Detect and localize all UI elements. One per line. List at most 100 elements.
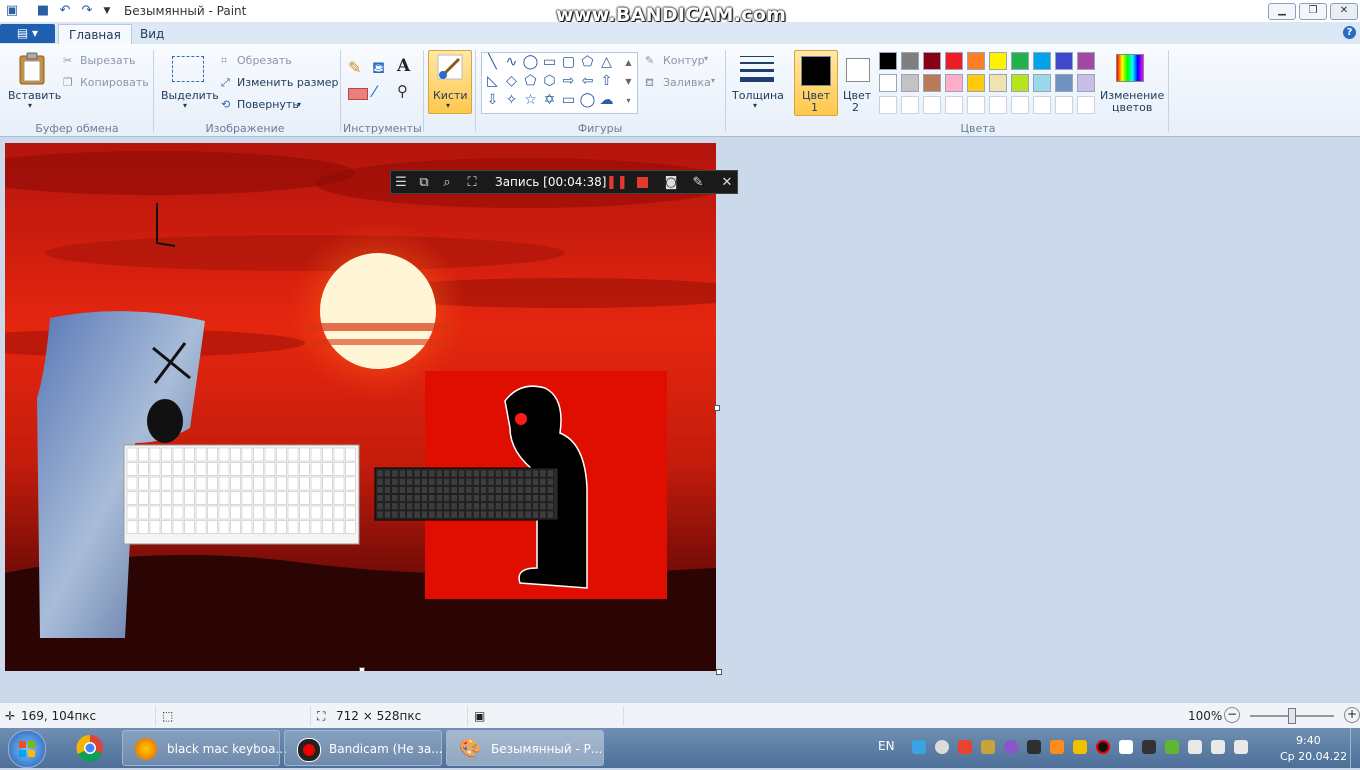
palette-swatch[interactable]: [1011, 96, 1029, 114]
hexagon-shape-icon[interactable]: ⬡: [541, 73, 558, 90]
select-area-icon[interactable]: ⌕: [439, 175, 455, 191]
clock-time[interactable]: 9:40: [1296, 734, 1321, 747]
tray-icon-10[interactable]: [1119, 740, 1133, 754]
taskbar-firefox[interactable]: black mac keyboa...: [122, 730, 287, 766]
palette-swatch[interactable]: [923, 96, 941, 114]
tab-home[interactable]: Главная: [58, 24, 132, 45]
save-icon[interactable]: ■: [35, 3, 51, 19]
resize-handle-side[interactable]: [714, 405, 720, 411]
shapes-gallery[interactable]: ╲ ∿ ◯ ▭ ▢ ⬠ △ ◺ ◇ ⬠ ⬡ ⇨ ⇦ ⇧ ⇩ ✧ ☆ ✡ ▭ ◯ …: [481, 52, 638, 114]
magnifier-icon[interactable]: ⚲: [397, 82, 408, 100]
palette-swatch[interactable]: [1077, 96, 1095, 114]
volume-icon[interactable]: [1211, 740, 1225, 754]
palette-swatch[interactable]: [1055, 52, 1073, 70]
zoom-out-button[interactable]: −: [1224, 707, 1240, 723]
triangle-shape-icon[interactable]: △: [598, 54, 615, 71]
select-dropdown-icon[interactable]: ▾: [183, 101, 187, 110]
shapes-more-icon[interactable]: ▾: [620, 92, 637, 109]
size-button[interactable]: Толщина: [732, 89, 784, 102]
rect-callout-shape-icon[interactable]: ▭: [560, 92, 577, 109]
tray-icon-7[interactable]: [1050, 740, 1064, 754]
palette-swatch[interactable]: [1055, 74, 1073, 92]
palette-swatch[interactable]: [1077, 52, 1095, 70]
tray-icon-4[interactable]: [981, 740, 995, 754]
palette-swatch[interactable]: [945, 74, 963, 92]
close-bar-icon[interactable]: ✕: [719, 175, 735, 191]
tray-icon-11[interactable]: [1142, 740, 1156, 754]
zoom-in-button[interactable]: +: [1344, 707, 1360, 723]
copy-button[interactable]: Копировать: [80, 76, 149, 89]
palette-swatch[interactable]: [923, 74, 941, 92]
fill-shape-button[interactable]: Заливка: [663, 76, 711, 89]
palette-swatch[interactable]: [967, 96, 985, 114]
palette-swatch[interactable]: [1011, 74, 1029, 92]
power-icon[interactable]: [1234, 740, 1248, 754]
taskbar-paint[interactable]: 🎨 Безымянный - Р...: [446, 730, 604, 766]
stop-icon[interactable]: [636, 177, 648, 188]
crop-button[interactable]: Обрезать: [237, 54, 292, 67]
palette-swatch[interactable]: [879, 96, 897, 114]
polygon-shape-icon[interactable]: ⬠: [579, 54, 596, 71]
start-button[interactable]: [8, 730, 46, 768]
rounded-rect-shape-icon[interactable]: ▢: [560, 54, 577, 71]
size-dropdown-icon[interactable]: ▾: [753, 101, 757, 110]
undo-icon[interactable]: ↶: [57, 3, 73, 19]
file-menu-button[interactable]: ▤ ▾: [0, 24, 55, 43]
rectangle-shape-icon[interactable]: ▭: [541, 54, 558, 71]
tray-icon-12[interactable]: [1165, 740, 1179, 754]
palette-swatch[interactable]: [1033, 74, 1051, 92]
text-tool-icon[interactable]: A: [397, 56, 410, 76]
palette-swatch[interactable]: [989, 74, 1007, 92]
resize-handle-bottom[interactable]: [359, 667, 365, 671]
palette-swatch[interactable]: [1055, 96, 1073, 114]
brushes-button[interactable]: Кисти ▾: [428, 50, 472, 114]
palette-swatch[interactable]: [901, 74, 919, 92]
outline-dropdown-icon[interactable]: ▾: [704, 54, 708, 63]
palette-swatch[interactable]: [901, 96, 919, 114]
palette-swatch[interactable]: [923, 52, 941, 70]
taskbar-bandicam[interactable]: Bandicam (Не за...: [284, 730, 443, 766]
six-star-shape-icon[interactable]: ✡: [541, 92, 558, 109]
diamond-shape-icon[interactable]: ◇: [503, 73, 520, 90]
palette-swatch[interactable]: [1077, 74, 1095, 92]
close-button[interactable]: ✕: [1330, 3, 1358, 20]
clock-date[interactable]: Ср 20.04.22: [1280, 750, 1347, 763]
zoom-slider-thumb[interactable]: [1288, 708, 1296, 724]
paste-dropdown-icon[interactable]: ▾: [28, 101, 32, 110]
palette-swatch[interactable]: [945, 52, 963, 70]
tray-icon-8[interactable]: [1073, 740, 1087, 754]
size-icon[interactable]: [740, 54, 774, 84]
tray-icon-3[interactable]: [958, 740, 972, 754]
color2-button[interactable]: Цвет 2: [840, 50, 874, 114]
resize-button[interactable]: Изменить размер: [237, 76, 339, 89]
drawing-canvas[interactable]: [5, 143, 716, 671]
right-arrow-shape-icon[interactable]: ⇨: [560, 73, 577, 90]
edit-colors-icon[interactable]: [1116, 54, 1144, 82]
tray-icon-6[interactable]: [1027, 740, 1041, 754]
palette-swatch[interactable]: [989, 96, 1007, 114]
left-arrow-shape-icon[interactable]: ⇦: [579, 73, 596, 90]
quick-access-dropdown-icon[interactable]: ▼: [99, 3, 115, 19]
color1-button[interactable]: Цвет 1: [794, 50, 838, 116]
maximize-button[interactable]: ❐: [1299, 3, 1327, 20]
taskbar-chrome[interactable]: [62, 730, 118, 766]
screenshot-icon[interactable]: ◙: [663, 175, 679, 191]
outline-button[interactable]: Контур: [663, 54, 705, 67]
palette-swatch[interactable]: [1011, 52, 1029, 70]
rotate-button[interactable]: Повернуть: [237, 98, 299, 111]
line-shape-icon[interactable]: ╲: [484, 54, 501, 71]
resize-area-icon[interactable]: ⛶: [464, 175, 480, 191]
paint-app-icon[interactable]: ▣: [4, 3, 20, 19]
language-indicator[interactable]: EN: [878, 739, 895, 753]
redo-icon[interactable]: ↷: [79, 3, 95, 19]
tray-icon-5[interactable]: [1004, 740, 1018, 754]
palette-swatch[interactable]: [945, 96, 963, 114]
curve-shape-icon[interactable]: ∿: [503, 54, 520, 71]
network-icon[interactable]: [1188, 740, 1202, 754]
shapes-scroll-up-icon[interactable]: ▲: [620, 54, 637, 71]
edit-colors-label-line2[interactable]: цветов: [1112, 101, 1152, 114]
cloud-callout-shape-icon[interactable]: ☁: [598, 92, 615, 109]
eraser-icon[interactable]: [348, 88, 368, 100]
oval-shape-icon[interactable]: ◯: [522, 54, 539, 71]
tray-icon-2[interactable]: [935, 740, 949, 754]
